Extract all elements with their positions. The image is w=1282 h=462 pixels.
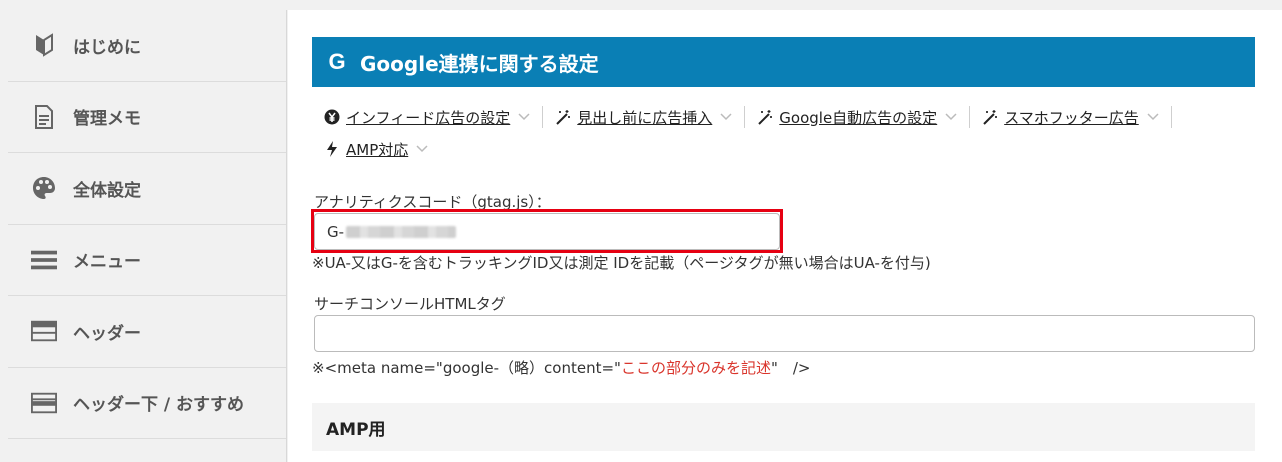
chevron-down-icon: [945, 113, 957, 121]
sidebar-item-memo[interactable]: 管理メモ: [8, 82, 286, 153]
google-g-icon: G: [328, 49, 346, 74]
tab-ad-before-heading[interactable]: 見出し前に広告挿入: [555, 106, 746, 128]
lightning-icon: [324, 141, 340, 157]
tab-label: スマホフッター広告: [1004, 108, 1139, 127]
sidebar-item-label: メニュー: [73, 252, 141, 273]
section-title: Google連携に関する設定: [360, 51, 599, 76]
analytics-code-note: ※UA-又はG-を含むトラッキングID又は測定 IDを記載（ページタグが無い場合…: [312, 254, 931, 272]
tab-label: Google自動広告の設定: [779, 108, 938, 127]
tab-amp[interactable]: AMP対応: [324, 138, 440, 160]
search-console-input[interactable]: [314, 315, 1255, 352]
note-prefix: ※<meta name="google-（略）content=": [312, 359, 621, 377]
settings-panel: G Google連携に関する設定 インフィード広告の設定 見出し前に広告挿入 G…: [288, 10, 1282, 462]
hamburger-menu-icon: [31, 247, 57, 273]
tab-smartphone-footer-ads[interactable]: スマホフッター広告: [982, 106, 1172, 128]
sidebar-item-label: はじめに: [73, 37, 141, 58]
sidebar-item-menu[interactable]: メニュー: [8, 225, 286, 296]
sidebar-item-hajimeni[interactable]: はじめに: [8, 10, 286, 82]
sidebar-item-header-below[interactable]: ヘッダー下 / おすすめ: [8, 368, 286, 439]
note-suffix: " />: [770, 359, 811, 377]
sidebar-item-label: 管理メモ: [73, 109, 141, 130]
magic-wand-icon: [757, 109, 773, 125]
palette-icon: [31, 175, 57, 201]
amp-section-title: AMP用: [326, 419, 386, 440]
tab-google-auto-ads[interactable]: Google自動広告の設定: [757, 106, 971, 128]
chevron-down-icon: [1147, 113, 1159, 121]
analytics-code-label: アナリティクスコード（gtag.js）：: [314, 193, 551, 211]
sidebar-item-header[interactable]: ヘッダー: [8, 296, 286, 368]
sidebar-item-global-settings[interactable]: 全体設定: [8, 153, 286, 225]
header-layout-icon: [31, 318, 57, 344]
sidebar-item-label: ヘッダー: [73, 323, 141, 344]
settings-tabs: インフィード広告の設定 見出し前に広告挿入 Google自動広告の設定 スマホフ…: [324, 106, 1244, 160]
amp-section-header: AMP用: [312, 403, 1255, 451]
chevron-down-icon: [416, 145, 428, 153]
note-highlight: ここの部分のみを記述: [620, 359, 771, 377]
search-console-label: サーチコンソールHTMLタグ: [314, 295, 506, 313]
magic-wand-icon: [555, 109, 571, 125]
section-header: G Google連携に関する設定: [312, 37, 1255, 87]
analytics-code-input[interactable]: G-: [314, 213, 780, 250]
chevron-down-icon: [518, 113, 530, 121]
sidebar-item-label: ヘッダー下 / おすすめ: [73, 395, 245, 416]
analytics-code-value: G-: [327, 222, 345, 241]
yen-coin-icon: [324, 109, 340, 125]
tab-infeed-ads[interactable]: インフィード広告の設定: [324, 106, 544, 128]
tab-label: AMP対応: [346, 140, 409, 159]
beginner-leaf-icon: [31, 32, 57, 58]
sidebar: はじめに 管理メモ 全体設定 メニュー ヘッダー ヘッダー下 / おすすめ: [8, 10, 287, 462]
search-console-note: ※<meta name="google-（略）content="ここの部分のみを…: [312, 357, 810, 378]
sidebar-item-label: 全体設定: [73, 180, 141, 201]
redacted-value: [346, 225, 457, 238]
magic-wand-icon: [982, 109, 998, 125]
tab-label: 見出し前に広告挿入: [577, 108, 713, 127]
chevron-down-icon: [720, 113, 732, 121]
document-icon: [31, 104, 57, 130]
tab-label: インフィード広告の設定: [346, 108, 511, 127]
header-below-layout-icon: [31, 390, 57, 416]
